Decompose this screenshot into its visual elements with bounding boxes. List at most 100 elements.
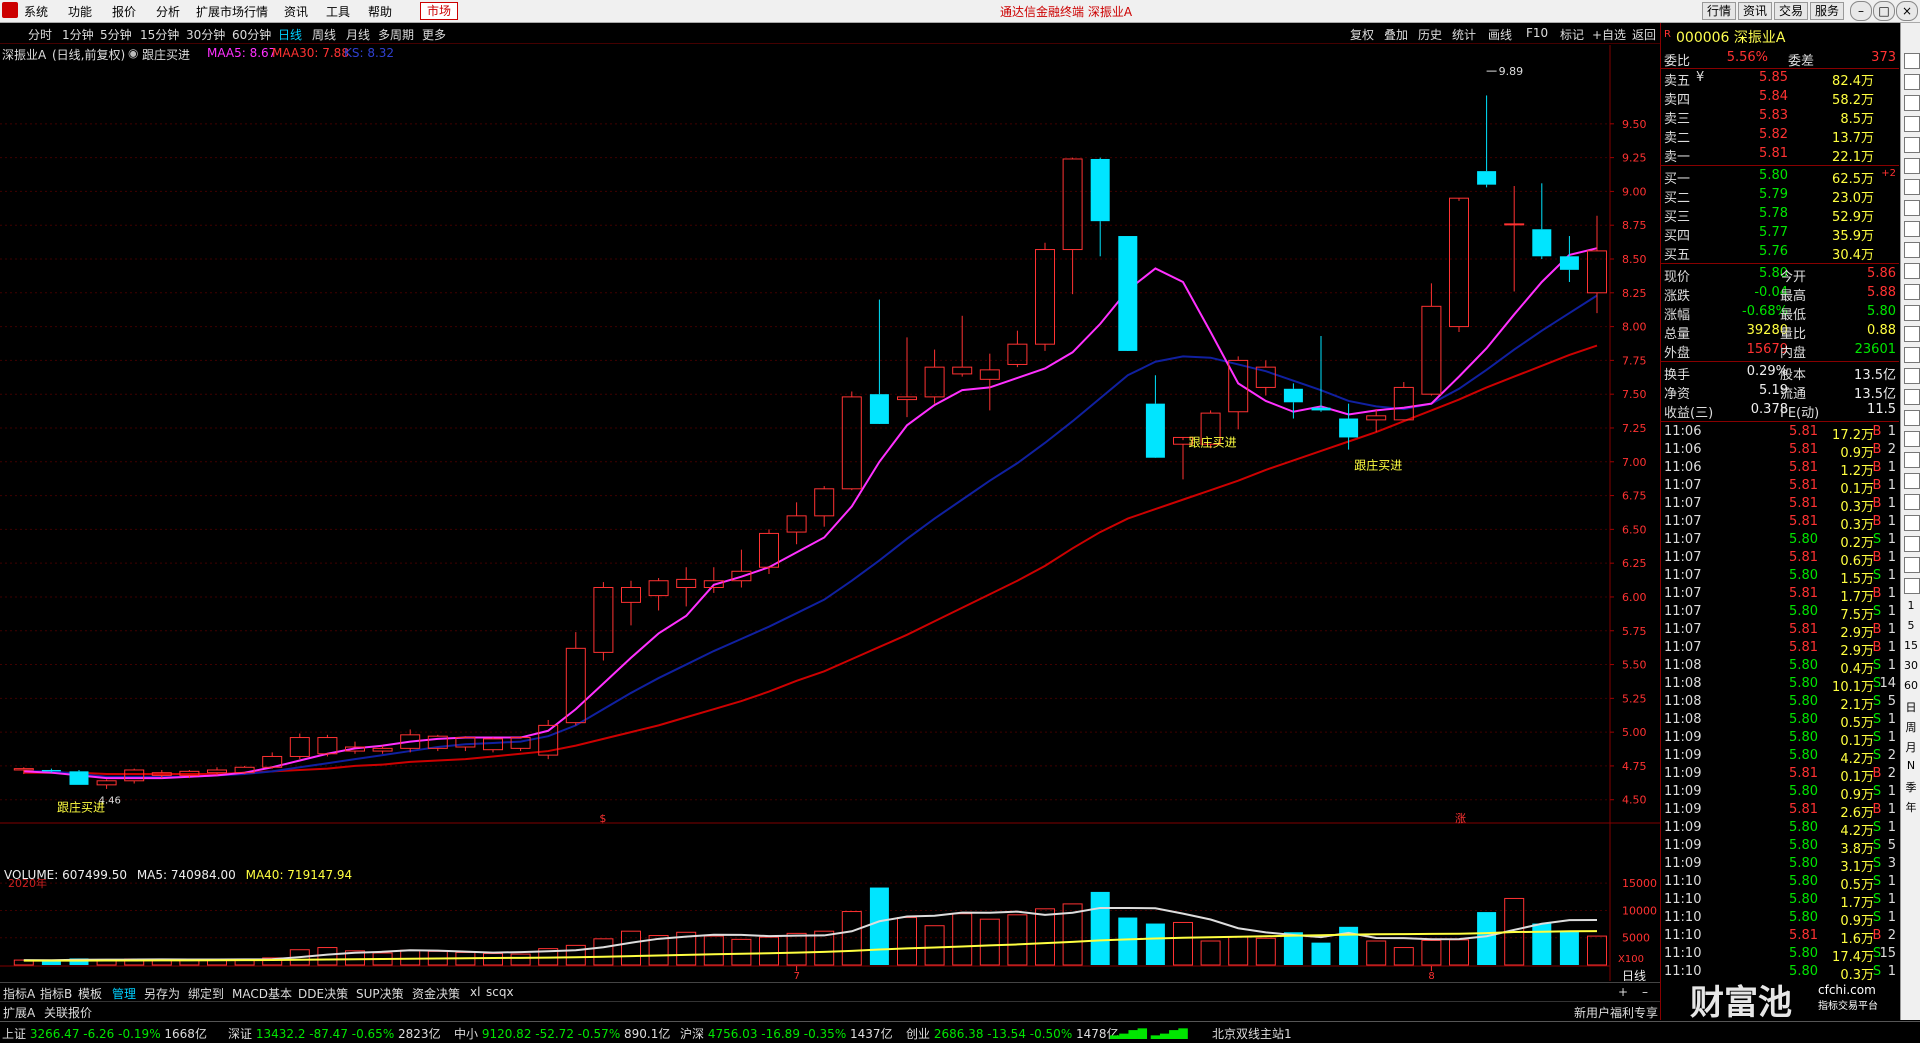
tool-icon[interactable] bbox=[1904, 557, 1920, 573]
kline-chart[interactable]: 9.50 9.25 9.00 8.75 8.50 8.25 8.00 7.75 7.50 7.25… bbox=[0, 45, 1660, 981]
tab-sup[interactable]: SUP决策 bbox=[356, 985, 404, 1002]
toolbar-fuquan[interactable]: 复权 bbox=[1350, 26, 1374, 43]
minimize-icon[interactable]: – bbox=[1850, 1, 1872, 21]
server-name[interactable]: 北京双线主站1 bbox=[1212, 1025, 1292, 1042]
period-shortcut[interactable]: 年 bbox=[1904, 799, 1918, 815]
index-quote[interactable]: 深证 13432.2 -87.47 -0.65% 2823亿 bbox=[228, 1025, 441, 1042]
period-shortcut[interactable]: 5 bbox=[1904, 619, 1918, 632]
tool-icon[interactable] bbox=[1904, 536, 1920, 552]
tab-indicator-b[interactable]: 指标B bbox=[40, 985, 72, 1002]
toolbar-stats[interactable]: 统计 bbox=[1452, 26, 1476, 43]
tool-icon[interactable] bbox=[1904, 74, 1920, 90]
tool-icon[interactable] bbox=[1904, 473, 1920, 489]
tool-icon[interactable] bbox=[1904, 221, 1920, 237]
tab-xl[interactable]: xl bbox=[470, 985, 480, 999]
menu-tools[interactable]: 工具 bbox=[326, 3, 350, 20]
menu-help[interactable]: 帮助 bbox=[368, 3, 392, 20]
new-user-promo-link[interactable]: 新用户福利专享 bbox=[1574, 1004, 1658, 1021]
period-fenshi[interactable]: 分时 bbox=[28, 26, 52, 43]
close-icon[interactable]: × bbox=[1896, 1, 1918, 21]
tick-side: B bbox=[1872, 586, 1882, 601]
tab-related-quote[interactable]: 关联报价 bbox=[44, 1004, 92, 1021]
tab-indicator-a[interactable]: 指标A bbox=[3, 985, 35, 1002]
tool-icon[interactable] bbox=[1904, 368, 1920, 384]
zoom-out-icon[interactable]: – bbox=[1642, 985, 1648, 999]
tool-icon[interactable] bbox=[1904, 431, 1920, 447]
tool-icon[interactable] bbox=[1904, 116, 1920, 132]
tool-icon[interactable] bbox=[1904, 200, 1920, 216]
period-weekly[interactable]: 周线 bbox=[312, 26, 336, 43]
index-quote[interactable]: 中小 9120.82 -52.72 -0.57% 890.1亿 bbox=[454, 1025, 670, 1042]
period-more[interactable]: 更多 bbox=[422, 26, 446, 43]
tab-scqx[interactable]: scqx bbox=[486, 985, 514, 999]
tool-icon[interactable] bbox=[1904, 158, 1920, 174]
service-button[interactable]: 服务 bbox=[1810, 2, 1845, 20]
tick-price: 5.80 bbox=[1789, 838, 1818, 853]
period-shortcut[interactable]: 月 bbox=[1904, 739, 1918, 755]
tool-icon[interactable] bbox=[1904, 263, 1920, 279]
menu-function[interactable]: 功能 bbox=[68, 3, 92, 20]
tool-icon[interactable] bbox=[1904, 326, 1920, 342]
tool-icon[interactable] bbox=[1904, 515, 1920, 531]
period-multi[interactable]: 多周期 bbox=[378, 26, 414, 43]
toolbar-mark[interactable]: 标记 bbox=[1560, 26, 1584, 43]
toolbar-f10[interactable]: F10 bbox=[1526, 26, 1548, 40]
period-15min[interactable]: 15分钟 bbox=[140, 26, 179, 43]
toolbar-history[interactable]: 历史 bbox=[1418, 26, 1442, 43]
tool-icon[interactable] bbox=[1904, 242, 1920, 258]
menu-system[interactable]: 系统 bbox=[24, 3, 48, 20]
stat-value: 5.86 bbox=[1867, 266, 1896, 281]
index-quote[interactable]: 创业 2686.38 -13.54 -0.50% 1478亿 bbox=[906, 1025, 1119, 1042]
tab-fund[interactable]: 资金决策 bbox=[412, 985, 460, 1002]
toolbar-overlay[interactable]: 叠加 bbox=[1384, 26, 1408, 43]
market-tab[interactable]: 市场 bbox=[420, 2, 459, 20]
tool-icon[interactable] bbox=[1904, 95, 1920, 111]
tab-bind-to[interactable]: 绑定到 bbox=[188, 985, 224, 1002]
tool-icon[interactable] bbox=[1904, 137, 1920, 153]
period-shortcut[interactable]: 季 bbox=[1904, 779, 1918, 795]
toolbar-back[interactable]: 返回 bbox=[1632, 26, 1656, 43]
tool-icon[interactable] bbox=[1904, 179, 1920, 195]
toolbar-draw[interactable]: 画线 bbox=[1488, 26, 1512, 43]
period-shortcut[interactable]: 60 bbox=[1904, 679, 1918, 692]
tool-icon[interactable] bbox=[1904, 494, 1920, 510]
menu-news[interactable]: 资讯 bbox=[284, 3, 308, 20]
period-shortcut[interactable]: N bbox=[1904, 759, 1918, 772]
period-shortcut[interactable]: 周 bbox=[1904, 719, 1918, 735]
tab-save-as[interactable]: 另存为 bbox=[144, 985, 180, 1002]
trade-button[interactable]: 交易 bbox=[1774, 2, 1809, 20]
index-quote[interactable]: 沪深 4756.03 -16.89 -0.35% 1437亿 bbox=[680, 1025, 893, 1042]
tool-icon[interactable] bbox=[1904, 452, 1920, 468]
tool-icon[interactable] bbox=[1904, 53, 1920, 69]
toolbar-add-watchlist[interactable]: +自选 bbox=[1592, 26, 1626, 43]
tool-icon[interactable] bbox=[1904, 578, 1920, 594]
menu-analysis[interactable]: 分析 bbox=[156, 3, 180, 20]
period-shortcut[interactable]: 15 bbox=[1904, 639, 1918, 652]
index-quote[interactable]: 上证 3266.47 -6.26 -0.19% 1668亿 bbox=[2, 1025, 207, 1042]
period-1min[interactable]: 1分钟 bbox=[62, 26, 94, 43]
zoom-in-icon[interactable]: + bbox=[1618, 985, 1628, 999]
period-daily[interactable]: 日线 bbox=[278, 26, 302, 43]
tab-manage[interactable]: 管理 bbox=[112, 985, 136, 1002]
tab-dde[interactable]: DDE决策 bbox=[298, 985, 348, 1002]
tool-icon[interactable] bbox=[1904, 284, 1920, 300]
menu-quote[interactable]: 报价 bbox=[112, 3, 136, 20]
tool-icon[interactable] bbox=[1904, 410, 1920, 426]
period-monthly[interactable]: 月线 bbox=[346, 26, 370, 43]
tool-icon[interactable] bbox=[1904, 347, 1920, 363]
tab-template[interactable]: 模板 bbox=[78, 985, 102, 1002]
news-mode-button[interactable]: 资讯 bbox=[1738, 2, 1773, 20]
tool-icon[interactable] bbox=[1904, 389, 1920, 405]
period-shortcut[interactable]: 1 bbox=[1904, 599, 1918, 612]
period-shortcut[interactable]: 30 bbox=[1904, 659, 1918, 672]
period-30min[interactable]: 30分钟 bbox=[186, 26, 225, 43]
quote-mode-button[interactable]: 行情 bbox=[1702, 2, 1737, 20]
maximize-icon[interactable]: □ bbox=[1873, 1, 1895, 21]
period-5min[interactable]: 5分钟 bbox=[100, 26, 132, 43]
tool-icon[interactable] bbox=[1904, 305, 1920, 321]
period-60min[interactable]: 60分钟 bbox=[232, 26, 271, 43]
menu-ext-market[interactable]: 扩展市场行情 bbox=[196, 3, 268, 20]
tab-ext-a[interactable]: 扩展A bbox=[3, 1004, 35, 1021]
tab-macd[interactable]: MACD基本 bbox=[232, 985, 292, 1002]
period-shortcut[interactable]: 日 bbox=[1904, 699, 1918, 715]
